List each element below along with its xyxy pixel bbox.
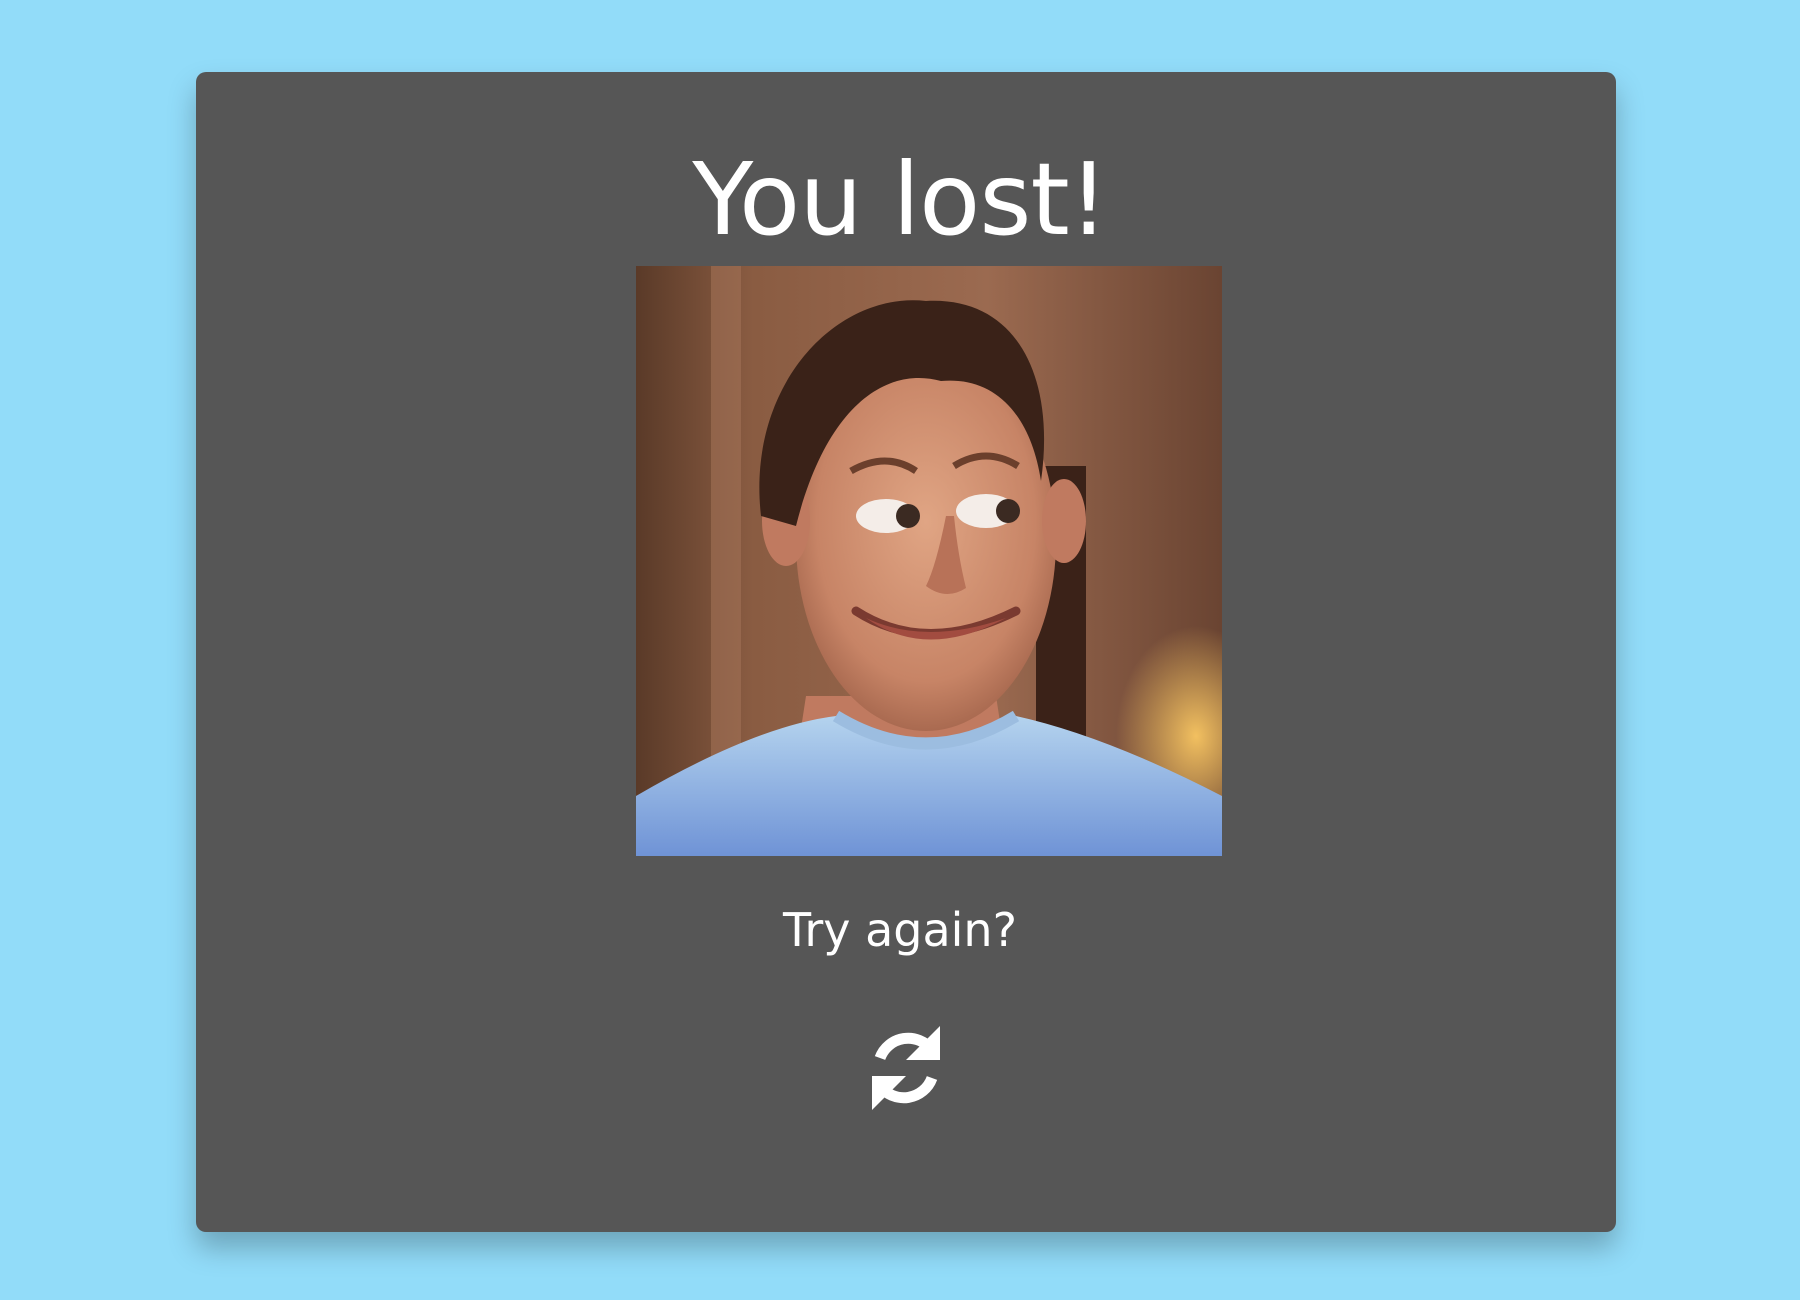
reaction-image — [636, 266, 1222, 856]
result-title: You lost! — [692, 141, 1109, 258]
try-again-prompt: Try again? — [782, 903, 1018, 957]
refresh-icon — [872, 1026, 940, 1110]
retry-button[interactable] — [856, 1018, 956, 1118]
